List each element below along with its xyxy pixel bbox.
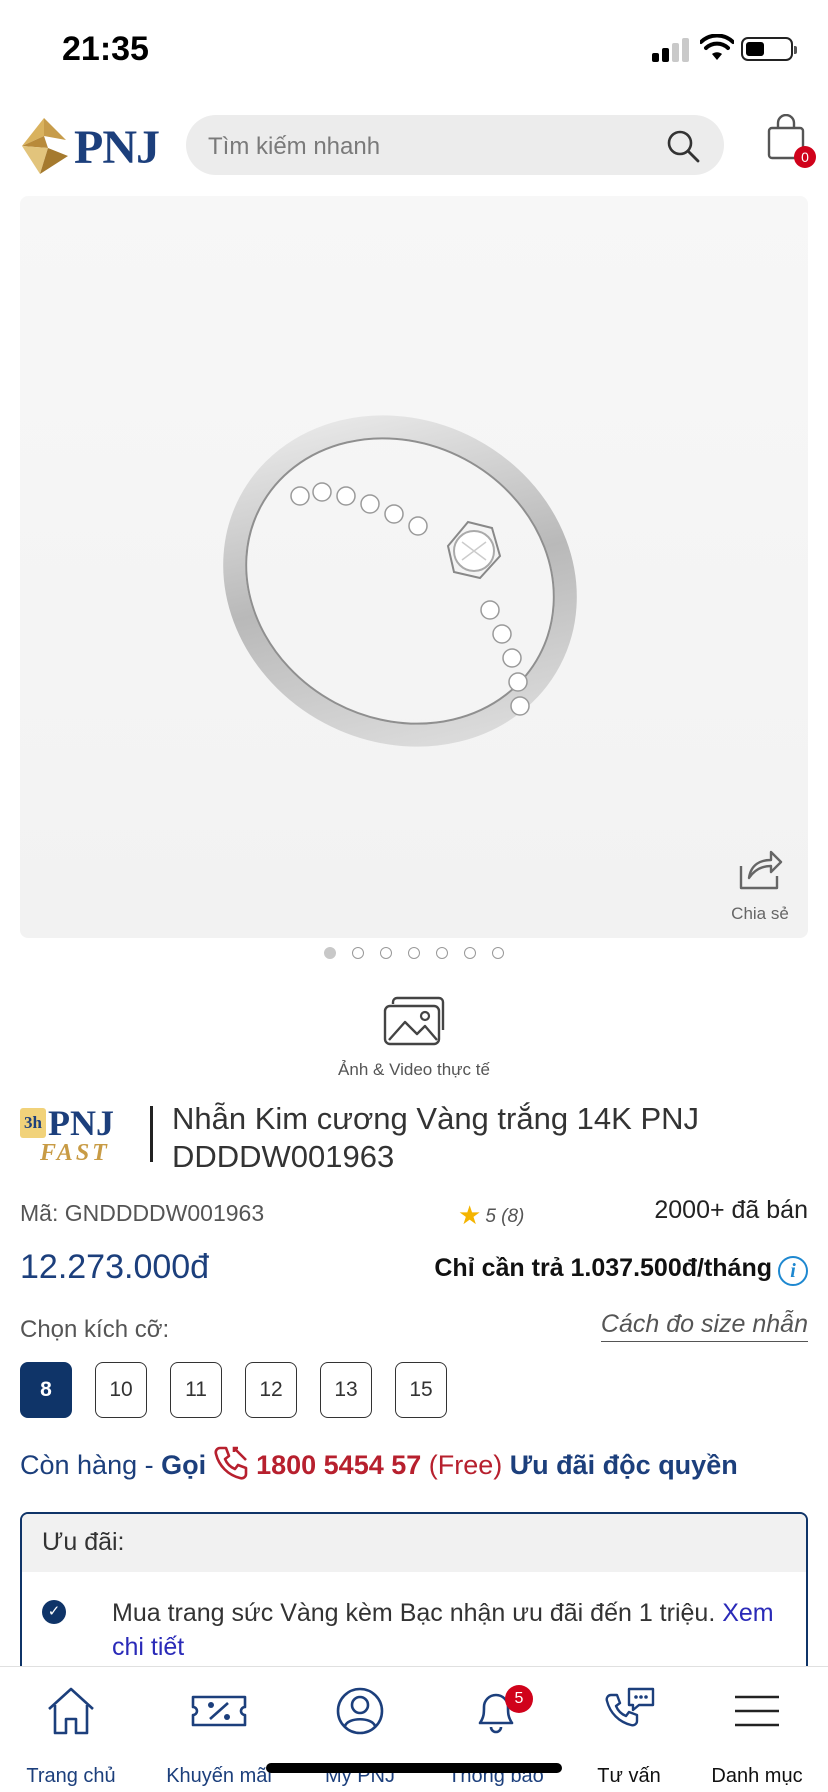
gallery-dot[interactable] (408, 947, 420, 959)
product-image-gallery[interactable]: Chia sẻ (20, 196, 808, 938)
nav-item-categories[interactable]: Danh mục (688, 1685, 826, 1787)
choose-size-label: Chọn kích cỡ: (20, 1316, 170, 1343)
home-indicator[interactable] (266, 1763, 562, 1773)
promotion-item-text: Mua trang sức Vàng kèm Bạc nhận ưu đãi đ… (112, 1599, 723, 1627)
gallery-dot[interactable] (352, 947, 364, 959)
pnj-fast-badge: 3h PNJ FAST (20, 1100, 120, 1170)
nav-item-consult[interactable]: Tư vấn (560, 1685, 698, 1787)
product-title: Nhẫn Kim cương Vàng trắng 14K PNJ DDDDW0… (172, 1101, 700, 1174)
pnj-logo[interactable]: PNJ (18, 116, 160, 176)
call-label: Gọi (161, 1450, 207, 1480)
gallery-dot[interactable] (380, 947, 392, 959)
nav-label: Trang chủ (26, 1765, 116, 1787)
share-icon (739, 850, 783, 890)
promotion-heading: Ưu đãi: (22, 1514, 806, 1572)
menu-icon (735, 1695, 779, 1727)
free-label: (Free) (421, 1450, 510, 1480)
stock-status: Còn hàng - Gọi 1800 5454 57 (Free) Ưu đãi… (20, 1444, 820, 1482)
share-label: Chia sẻ (731, 904, 789, 923)
user-icon (336, 1687, 384, 1735)
phone-call-icon (214, 1446, 248, 1480)
product-meta-row: Mã: GNDDDDW001963 ★ 5 (8) 2000+ đã bán (20, 1196, 808, 1236)
notification-badge: 5 (505, 1685, 533, 1713)
size-option[interactable]: 13 (320, 1362, 372, 1418)
fast-word: FAST (40, 1140, 110, 1166)
header: PNJ Tìm kiếm nhanh 0 (0, 108, 828, 188)
gallery-pagination[interactable] (0, 946, 828, 962)
size-option[interactable]: 12 (245, 1362, 297, 1418)
size-header-row: Chọn kích cỡ: Cách đo size nhẫn (20, 1310, 808, 1350)
battery-icon (741, 37, 797, 61)
home-icon (48, 1687, 94, 1735)
nav-label: Tư vấn (597, 1765, 661, 1787)
gallery-dot[interactable] (324, 947, 336, 959)
product-ring-image (223, 415, 577, 747)
size-option[interactable]: 10 (95, 1362, 147, 1418)
rating-value: 5 (8) (485, 1206, 525, 1227)
search-input[interactable]: Tìm kiếm nhanh (186, 115, 724, 175)
stock-label: Còn hàng - (20, 1450, 162, 1480)
info-icon[interactable]: i (778, 1256, 808, 1286)
size-guide-link[interactable]: Cách đo size nhẫn (600, 1310, 808, 1342)
cart-button[interactable]: 0 (760, 110, 820, 174)
gallery-dot[interactable] (492, 947, 504, 959)
product-sku: Mã: GNDDDDW001963 (20, 1200, 265, 1226)
product-price: 12.273.000đ (20, 1248, 210, 1286)
fast-brand: PNJ (48, 1103, 114, 1143)
gallery-dot[interactable] (464, 947, 476, 959)
size-option[interactable]: 15 (395, 1362, 447, 1418)
star-icon: ★ (458, 1200, 482, 1230)
promotion-text: Mua trang sức Vàng kèm Bạc nhận ưu đãi đ… (112, 1596, 792, 1664)
search-icon[interactable] (666, 129, 700, 163)
status-time: 21:35 (62, 30, 149, 68)
status-bar: 21:35 (0, 0, 828, 100)
photo-gallery-icon (383, 996, 445, 1046)
nav-item-home[interactable]: Trang chủ (2, 1685, 140, 1787)
real-media-button[interactable]: Ảnh & Video thực tế (314, 996, 514, 1086)
real-media-label: Ảnh & Video thực tế (338, 1060, 490, 1079)
share-button[interactable]: Chia sẻ (720, 848, 800, 928)
hotline-number[interactable]: 1800 5454 57 (256, 1450, 421, 1480)
sold-count: 2000+ đã bán (654, 1196, 808, 1224)
cellular-signal-icon (652, 38, 692, 62)
fast-3h-tag: 3h (20, 1108, 46, 1138)
cart-count-badge: 0 (794, 146, 816, 168)
pnj-emblem-icon (22, 118, 68, 174)
product-rating[interactable]: ★ 5 (8) (458, 1200, 524, 1231)
wifi-icon (700, 34, 734, 60)
size-option-selected[interactable]: 8 (20, 1362, 72, 1418)
logo-text: PNJ (74, 121, 160, 174)
size-option[interactable]: 11 (170, 1362, 222, 1418)
chat-phone-icon (605, 1687, 655, 1727)
gallery-dot[interactable] (436, 947, 448, 959)
nav-label: Danh mục (711, 1765, 803, 1787)
product-page: 21:35 PNJ Tìm kiếm nhanh 0 Chia sẻ Ảnh &… (0, 0, 828, 1792)
title-divider (150, 1106, 153, 1162)
search-placeholder: Tìm kiếm nhanh (208, 133, 381, 160)
coupon-icon (191, 1695, 247, 1727)
check-circle-icon: ✓ (42, 1600, 66, 1624)
installment-text[interactable]: Chỉ cần trả 1.037.500đ/tháng (434, 1254, 772, 1283)
price-row: 12.273.000đ Chỉ cần trả 1.037.500đ/tháng… (20, 1248, 808, 1298)
exclusive-offer-label: Ưu đãi độc quyền (509, 1450, 738, 1480)
bottom-navigation: Trang chủ Khuyến mãi My PNJ 5 Thông báo … (0, 1666, 828, 1792)
